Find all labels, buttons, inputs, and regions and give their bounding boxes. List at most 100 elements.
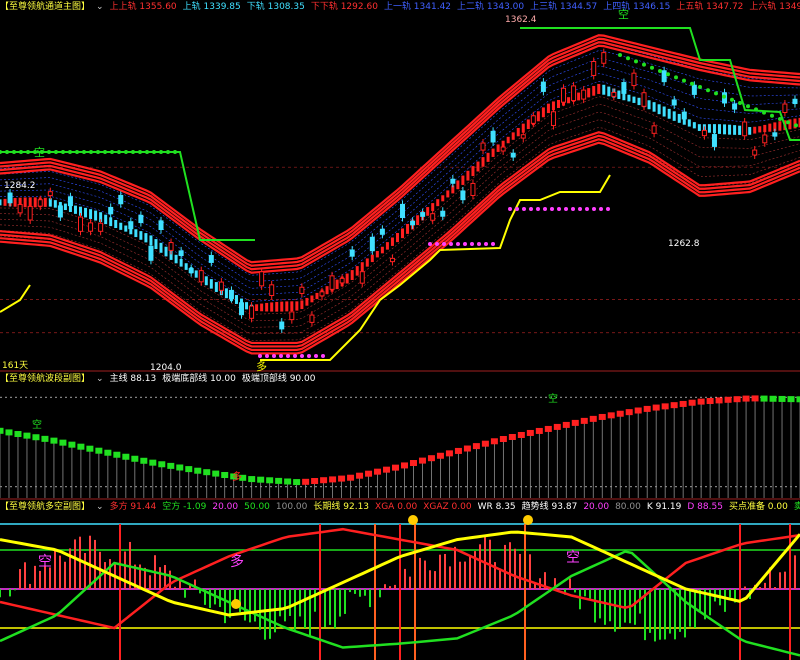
middle-line-block — [335, 279, 339, 290]
candle-body — [611, 91, 617, 97]
candle-body — [37, 199, 43, 207]
candle-body — [440, 210, 446, 217]
wave-block — [338, 475, 346, 482]
candle-body — [47, 191, 53, 197]
wave-block — [77, 443, 85, 450]
chevron-down-icon[interactable]: ⌄ — [96, 502, 104, 512]
longshort-legend-item: 100.00 — [275, 502, 308, 512]
chevron-down-icon[interactable]: ⌄ — [96, 374, 104, 384]
middle-line-block — [491, 148, 495, 157]
wave-block — [0, 427, 4, 434]
chart-canvas: 1362.41204.01284.21262.8161天 多空空空多空空多空 — [0, 7, 800, 660]
middle-line-block — [305, 297, 309, 306]
channel-inner-line — [0, 104, 800, 322]
middle-line-block — [652, 102, 656, 112]
middle-line-block — [662, 106, 666, 117]
middle-line-block — [209, 279, 213, 289]
candle-body — [490, 130, 496, 143]
middle-line-block — [692, 122, 696, 129]
middle-line-block — [270, 302, 274, 312]
longshort-legend-item: WR 8.35 — [477, 502, 516, 512]
resistance-dot — [786, 120, 790, 125]
middle-line-block — [84, 207, 88, 218]
middle-line-block — [481, 157, 485, 167]
wave-block — [176, 464, 184, 471]
main-chart-title[interactable]: 【至尊领航通道主图】 — [0, 2, 90, 12]
candle-body — [540, 81, 546, 92]
resistance-dot — [722, 94, 726, 99]
middle-line-block — [295, 301, 299, 311]
middle-line-block — [496, 144, 500, 152]
support-dot — [463, 242, 467, 246]
support-dot — [484, 242, 488, 246]
middle-line-block — [280, 301, 284, 312]
middle-line-block — [733, 125, 737, 135]
middle-line-block — [768, 123, 772, 132]
candle-body — [329, 275, 335, 290]
wave-block — [598, 413, 606, 420]
support-dot — [522, 207, 526, 211]
longshort-chart-title[interactable]: 【至尊领航多空副图】 — [0, 502, 90, 512]
support-dot — [307, 354, 311, 358]
resistance-dot — [794, 123, 798, 128]
resistance-dot — [96, 150, 100, 154]
main-legend-item: 上一轨 1341.42 — [383, 2, 452, 12]
wave-block — [365, 470, 373, 477]
middle-line-block — [355, 266, 359, 276]
wave-block — [5, 429, 13, 436]
duo-signal-label: 多 — [232, 470, 242, 483]
main-legend-item: 上四轨 1346.15 — [603, 2, 671, 12]
chevron-down-icon[interactable]: ⌄ — [96, 2, 104, 12]
support-dot — [536, 207, 540, 211]
wave-block — [652, 404, 660, 411]
candle-body — [470, 182, 476, 197]
resistance-line — [0, 151, 255, 241]
wave-block — [616, 410, 624, 417]
middle-line-block — [436, 199, 440, 207]
resistance-dot — [124, 150, 128, 154]
candle-body — [691, 84, 697, 95]
main-legend-item: 上轨 1339.85 — [182, 2, 241, 12]
resistance-dot — [738, 101, 742, 105]
wave-block — [688, 399, 696, 406]
support-dot — [300, 354, 304, 358]
candle-body — [349, 249, 355, 257]
wave-block — [311, 478, 319, 485]
support-dot — [585, 207, 589, 211]
middle-line-block — [53, 200, 57, 208]
resistance-dot — [0, 150, 2, 154]
middle-line-block — [723, 124, 727, 135]
main-chart-header: 【至尊领航通道主图】 ⌄ 上上轨 1355.60 上轨 1339.85 下轨 1308.… — [0, 0, 800, 14]
middle-line-block — [556, 99, 560, 108]
resistance-dot — [746, 104, 750, 109]
wave-block — [715, 397, 723, 404]
middle-line-block — [526, 119, 530, 130]
candle-body — [339, 277, 345, 284]
candle-body — [118, 194, 124, 205]
wave-block — [778, 395, 786, 402]
wave-chart-title[interactable]: 【至尊领航波段副图】 — [0, 374, 90, 384]
resistance-dot — [12, 150, 16, 154]
wave-block — [625, 409, 633, 416]
support-dot — [293, 354, 297, 358]
middle-line-block — [315, 292, 319, 300]
support-dot — [470, 242, 474, 246]
wave-legend-item: 极端顶部线 90.00 — [241, 374, 316, 384]
middle-line-block — [224, 288, 228, 299]
wave-block — [392, 464, 400, 471]
longshort-legend-item: 空方 -1.09 — [162, 502, 207, 512]
middle-line-block — [637, 97, 641, 106]
middle-line-block — [300, 300, 304, 310]
support-dot — [442, 242, 446, 246]
longshort-legend-item: 长期线 92.13 — [313, 502, 370, 512]
resistance-dot — [714, 91, 718, 96]
candle-body — [701, 129, 707, 137]
middle-line-block — [260, 303, 264, 312]
middle-line-block — [587, 88, 591, 98]
middle-line-block — [43, 197, 47, 207]
middle-line-block — [285, 301, 289, 312]
middle-line-block — [677, 113, 681, 123]
wave-block — [481, 440, 489, 447]
resistance-dot — [103, 150, 107, 154]
resistance-dot — [173, 150, 177, 154]
